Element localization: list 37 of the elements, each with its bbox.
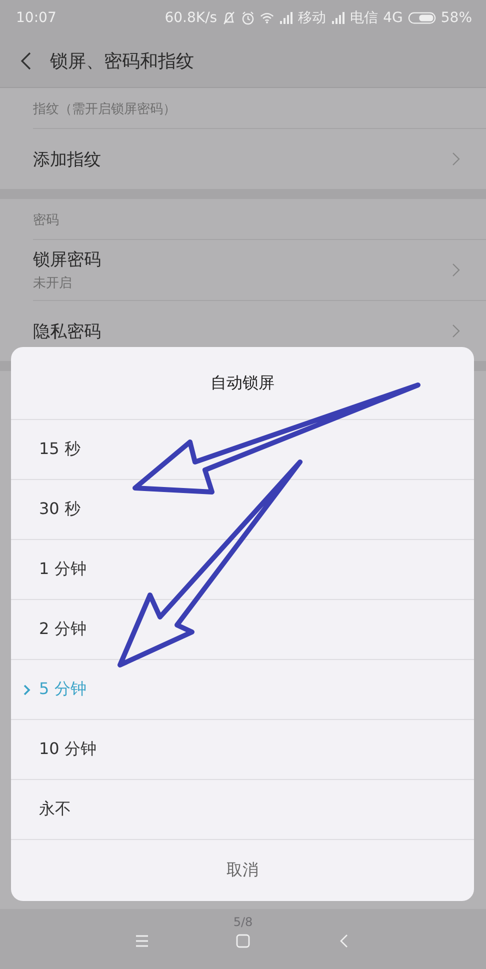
option-item[interactable]: 15 秒 (11, 420, 474, 480)
settings-row[interactable]: 锁屏密码 未开启 (33, 239, 486, 300)
option-item[interactable]: 30 秒 (11, 480, 474, 540)
battery-icon (408, 10, 436, 24)
option-item[interactable]: 10 分钟 (11, 720, 474, 780)
alarm-clock-icon (241, 10, 256, 24)
row-title: 添加指纹 (33, 148, 102, 170)
section-label: 指纹（需开启锁屏密码） (32, 101, 177, 119)
section-label: 密码 (32, 212, 60, 230)
chevron-right-icon (452, 152, 460, 166)
option-item[interactable]: 1 分钟 (11, 540, 474, 600)
option-item[interactable]: 2 分钟 (11, 600, 474, 660)
carrier-name: 电信 (350, 8, 378, 26)
muted-bell-icon (222, 10, 236, 24)
chevron-right-icon (452, 263, 460, 277)
signal-icon (331, 10, 346, 24)
chevron-right-icon (23, 684, 31, 696)
row-title: 隐私密码 (33, 320, 102, 342)
menu-icon[interactable] (134, 933, 150, 949)
page-indicator: 5/8 (233, 915, 253, 929)
carrier-name: 移动 (298, 8, 326, 26)
row-title: 锁屏密码 (33, 249, 102, 271)
row-subtitle: 未开启 (33, 275, 73, 292)
network-type: 4G (383, 10, 403, 26)
option-item[interactable]: 永不 (11, 780, 474, 840)
home-icon[interactable] (235, 933, 251, 949)
chevron-right-icon (452, 324, 460, 338)
dialog-title: 自动锁屏 (11, 347, 474, 420)
network-speed: 60.8K/s (164, 10, 218, 26)
page-title: 锁屏、密码和指纹 (50, 50, 194, 73)
wifi-icon (260, 10, 274, 24)
settings-row[interactable]: 添加指纹 (33, 128, 486, 189)
clock-time: 10:07 (16, 10, 56, 26)
cancel-button[interactable]: 取消 (11, 840, 474, 901)
battery-percent: 58% (440, 10, 472, 26)
signal-icon (279, 10, 294, 24)
back-icon[interactable] (20, 51, 32, 71)
